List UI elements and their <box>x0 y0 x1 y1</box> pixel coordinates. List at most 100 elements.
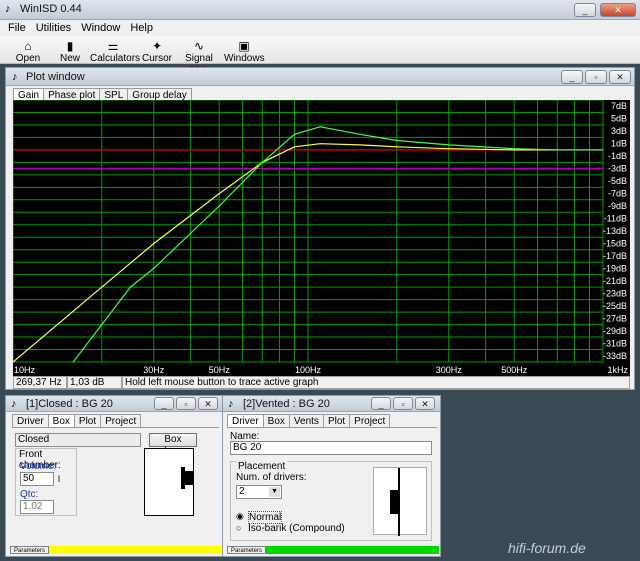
plot-window-title: Plot window <box>26 71 85 83</box>
series-point-2 <box>129 286 131 288</box>
box-shape-button[interactable]: Box shape <box>149 433 197 457</box>
x-tick-label: 1kHz <box>607 365 628 375</box>
closed-tabs: Driver Box Plot Project <box>12 414 142 428</box>
closed-cone-icon <box>185 471 193 485</box>
y-tick-label: -21dB <box>603 276 627 286</box>
open-button[interactable]: ⌂ Open <box>8 36 48 66</box>
vented-tab-box[interactable]: Box <box>262 414 290 428</box>
series-point-2 <box>218 205 220 207</box>
plot-window: ♪ Plot window _ ▫ ✕ Gain Phase plot SPL Gro… <box>5 67 635 390</box>
vented-parameters-tab[interactable]: Parameters <box>227 546 267 554</box>
vented-minimize-button[interactable]: _ <box>371 397 391 410</box>
cursor-button[interactable]: ✦ Cursor <box>140 36 174 66</box>
windows-button[interactable]: ▣ Windows <box>224 36 265 66</box>
series-point-2 <box>556 149 558 151</box>
vented-tab-project[interactable]: Project <box>349 414 391 428</box>
isobarik-radio-icon[interactable]: ○ <box>236 523 241 533</box>
y-tick-label: -23dB <box>603 288 627 298</box>
qtc-input[interactable]: 1,02 <box>20 500 54 514</box>
series-point-1 <box>396 146 398 148</box>
vented-baffle-line <box>398 468 400 536</box>
vented-close-button[interactable]: ✕ <box>415 397 435 410</box>
vented-tabs: Driver Box Vents Plot Project <box>227 414 391 428</box>
menu-window[interactable]: Window <box>76 20 125 36</box>
closed-tab-driver[interactable]: Driver <box>12 414 49 428</box>
closed-window-icon: ♪ <box>11 398 17 410</box>
close-button[interactable]: ✕ <box>600 3 636 17</box>
x-tick-label: 100Hz <box>295 365 322 375</box>
series-point-1 <box>359 144 361 146</box>
qtc-label: Qtc: <box>20 489 39 500</box>
series-point-1 <box>448 148 450 150</box>
chevron-down-icon[interactable]: ▼ <box>269 487 280 497</box>
vented-tab-driver[interactable]: Driver <box>227 414 264 428</box>
app-icon: ♪ <box>5 3 11 15</box>
series-point-2 <box>72 361 74 363</box>
gain-chart[interactable]: 7dB 5dB 3dB 1dB -1dB -3dB -5dB -7dB -9dB -11dB -13… <box>13 100 630 376</box>
vented-maximize-button[interactable]: ▫ <box>393 397 413 410</box>
closed-tab-box[interactable]: Box <box>47 414 75 428</box>
box-type-field: Closed <box>15 433 141 447</box>
y-tick-label: -17dB <box>603 251 627 261</box>
closed-footer: Parameters <box>10 546 222 554</box>
status-frequency: 269,37 Hz <box>13 376 67 389</box>
closed-maximize-button[interactable]: ▫ <box>176 397 196 410</box>
volume-input[interactable]: 50 <box>20 472 54 486</box>
y-tick-label: -9dB <box>608 201 627 211</box>
volume-label: Volume: <box>20 461 57 472</box>
vented-tab-plot[interactable]: Plot <box>322 414 351 428</box>
plot-close-button[interactable]: ✕ <box>609 70 631 84</box>
menu-file[interactable]: File <box>0 20 31 36</box>
closed-close-button[interactable]: ✕ <box>198 397 218 410</box>
closed-box-diagram <box>144 448 194 516</box>
driver-name-input[interactable]: BG 20 <box>230 441 432 455</box>
closed-parameters-tab[interactable]: Parameters <box>10 546 50 554</box>
calculator-icon: ⚌ <box>107 39 119 53</box>
series-point-1 <box>101 286 103 288</box>
series-point-2 <box>513 148 515 150</box>
minimize-button[interactable]: _ <box>574 3 596 17</box>
vented-window-title: [2]Vented : BG 20 <box>243 398 330 410</box>
toolbar: ⌂ Open ▮ New ⚌ Calculators ✦ Cursor ∿ Signal … <box>0 36 640 75</box>
closed-box-page: Closed Box shape Front chamber: Volume: … <box>12 427 219 542</box>
series-point-2 <box>396 139 398 142</box>
menu-utilities[interactable]: Utilities <box>31 20 76 36</box>
series-point-2 <box>319 126 321 128</box>
num-drivers-label: Num. of drivers: <box>236 472 307 483</box>
menu-help[interactable]: Help <box>125 20 158 36</box>
normal-radio-icon[interactable]: ◉ <box>236 511 244 522</box>
plot-window-icon: ♪ <box>12 71 18 83</box>
series-point-1 <box>218 192 220 195</box>
vented-title-bar: ♪ [2]Vented : BG 20 _ ▫ ✕ <box>223 396 440 412</box>
plot-maximize-button[interactable]: ▫ <box>585 70 607 84</box>
series-point-2 <box>261 161 263 163</box>
placement-label: Placement <box>236 461 288 472</box>
y-tick-label: -7dB <box>608 189 627 199</box>
y-tick-label: -19dB <box>603 263 627 273</box>
y-tick-label: -25dB <box>603 301 627 311</box>
series-point-2 <box>359 133 361 135</box>
series-line-1 <box>13 143 558 363</box>
closed-tab-plot[interactable]: Plot <box>73 414 102 428</box>
x-tick-label: 300Hz <box>436 365 463 375</box>
y-tick-label: -31dB <box>603 338 627 348</box>
vented-tab-vents[interactable]: Vents <box>288 414 324 428</box>
new-button[interactable]: ▮ New <box>52 36 88 66</box>
closed-minimize-button[interactable]: _ <box>154 397 174 410</box>
app-title: WinISD 0.44 <box>20 3 82 15</box>
signal-generator-icon: ∿ <box>193 39 205 53</box>
new-file-icon: ▮ <box>66 39 74 53</box>
x-tick-label: 50Hz <box>209 365 231 375</box>
volume-unit: l <box>58 474 60 484</box>
y-tick-label: -13dB <box>603 226 627 236</box>
y-tick-label: 5dB <box>611 114 627 124</box>
signal-gen-button[interactable]: ∿Signal gen. <box>176 36 222 75</box>
num-drivers-select[interactable]: 2 ▼ <box>236 485 282 499</box>
closed-tab-project[interactable]: Project <box>100 414 142 428</box>
x-tick-label: 30Hz <box>143 365 165 375</box>
calculators-button[interactable]: ⚌ Calculators <box>90 36 140 66</box>
closed-box-window: ♪ [1]Closed : BG 20 _ ▫ ✕ Driver Box Plot P… <box>5 395 224 557</box>
isobarik-radio-label[interactable]: Iso-barik (Compound) <box>248 523 345 534</box>
plot-minimize-button[interactable]: _ <box>561 70 583 84</box>
plot-area[interactable]: 7dB 5dB 3dB 1dB -1dB -3dB -5dB -7dB -9dB -11dB -13… <box>13 100 630 376</box>
